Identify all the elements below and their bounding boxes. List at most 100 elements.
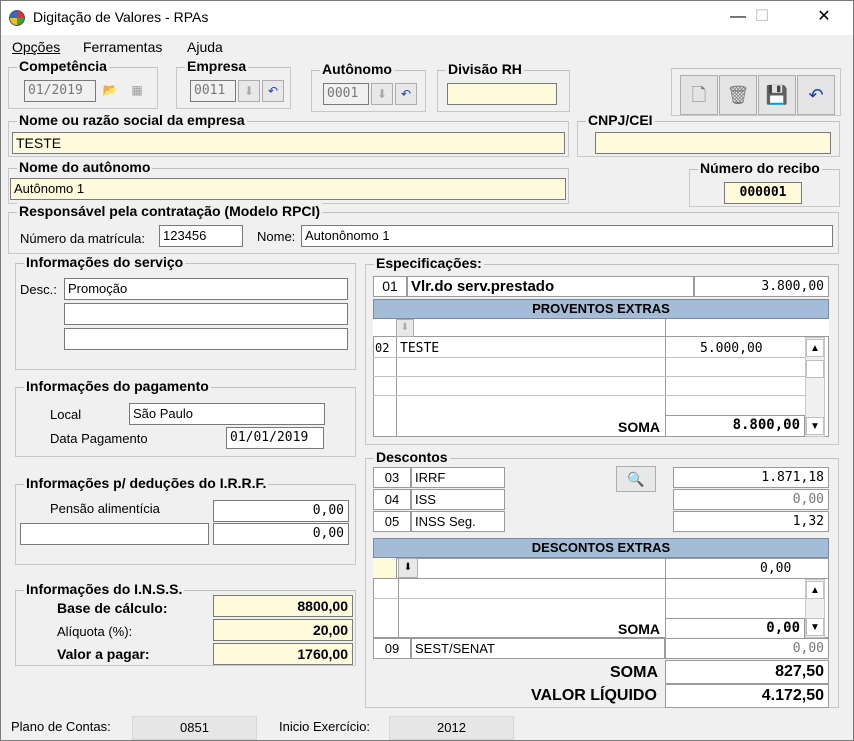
inss-value: 1,32: [673, 511, 829, 532]
responsavel-label: Responsável pela contratação (Modelo RPC…: [17, 203, 323, 219]
proventos-row-num: 02: [375, 341, 390, 355]
proventos-soma-field: 8.800,00: [665, 415, 805, 437]
grid-line: [373, 395, 805, 396]
inss-label: Informações do I.N.S.S.: [24, 581, 185, 597]
menu-bar: Opções Ferramentas Ajuda: [1, 35, 853, 61]
delete-icon[interactable]: 🗑: [719, 75, 757, 115]
autonomo-label: Autônomo: [320, 61, 394, 77]
base-field: 8800,00: [213, 595, 353, 617]
sest-value: 0,00: [665, 638, 829, 659]
search-icon[interactable]: 🔍: [616, 466, 656, 492]
divisao-field[interactable]: [447, 83, 557, 105]
empresa-label: Empresa: [185, 58, 249, 74]
desc-field-1[interactable]: Promoção: [64, 278, 348, 300]
undo-icon[interactable]: ↶: [797, 75, 835, 115]
proventos-row-value[interactable]: 5.000,00: [700, 341, 763, 356]
irrf-value: 1.871,18: [673, 467, 829, 488]
nome-autonomo-field[interactable]: Autônomo 1: [10, 178, 566, 200]
desc-field-3[interactable]: [64, 328, 348, 350]
empresa-undo-icon[interactable]: ↶: [262, 80, 284, 102]
especificacoes-label: Especificações:: [374, 255, 484, 271]
nome-autonomo-label: Nome do autônomo: [17, 159, 153, 175]
proventos-scrollbar[interactable]: ▲ ▼: [805, 337, 825, 437]
descontos-extras-value[interactable]: 0,00: [760, 561, 791, 576]
save-icon[interactable]: 💾: [758, 75, 796, 115]
grid-line: [373, 578, 829, 579]
grid-divider: [665, 558, 666, 618]
descontos-soma-field: 0,00: [665, 618, 805, 639]
data-pagamento-field[interactable]: 01/01/2019: [226, 427, 324, 449]
inss-row-label: INSS Seg.: [411, 511, 505, 532]
irrf-outro-label-field[interactable]: [20, 523, 209, 545]
descontos-scrollbar[interactable]: ▲ ▼: [805, 579, 825, 638]
plano-label: Plano de Contas:: [11, 719, 111, 734]
competencia-label: Competência: [17, 58, 109, 74]
descontos-label: Descontos: [374, 449, 450, 465]
autonomo-down-icon[interactable]: ⬇: [371, 83, 393, 105]
servico-row-value[interactable]: 3.800,00: [694, 276, 829, 297]
cnpj-field[interactable]: [595, 132, 831, 154]
menu-ferramentas[interactable]: Ferramentas: [83, 39, 162, 55]
proventos-down-icon[interactable]: ⬇: [396, 319, 414, 337]
competencia-field[interactable]: 01/2019: [24, 80, 96, 102]
servico-row-num: 01: [373, 276, 407, 297]
matricula-field[interactable]: 123456: [159, 225, 243, 247]
recibo-label: Número do recibo: [698, 160, 822, 176]
scroll-up-icon[interactable]: ▲: [806, 581, 824, 599]
descontos-extras-header: DESCONTOS EXTRAS: [373, 538, 829, 558]
scroll-thumb[interactable]: [806, 360, 824, 378]
folder-icon[interactable]: 📂: [99, 80, 121, 102]
valor-liquido-field: 4.172,50: [665, 684, 829, 708]
grid-divider: [396, 337, 397, 437]
close-button[interactable]: ✕: [801, 1, 847, 33]
proventos-extras-header: PROVENTOS EXTRAS: [373, 299, 829, 319]
empresa-down-icon[interactable]: ⬇: [238, 80, 260, 102]
desc-label: Desc.:: [20, 282, 57, 297]
valor-liquido-label: VALOR LÍQUIDO: [531, 687, 657, 704]
window-title: Digitação de Valores - RPAs: [33, 9, 209, 25]
total-soma-field: 827,50: [665, 660, 829, 684]
irrf-row-label: IRRF: [411, 467, 505, 488]
pensao-label: Pensão alimentícia: [50, 501, 160, 516]
proventos-soma-label: SOMA: [618, 419, 660, 435]
new-document-icon[interactable]: 🗋: [680, 75, 718, 115]
cnpj-label: CNPJ/CEI: [586, 112, 655, 128]
autonomo-undo-icon[interactable]: ↶: [395, 83, 417, 105]
total-soma-label: SOMA: [610, 664, 658, 681]
irrf-label: Informações p/ deduções do I.R.R.F.: [24, 475, 269, 491]
descontos-down-icon[interactable]: ⬇: [398, 558, 418, 578]
maximize-button[interactable]: ☐: [739, 1, 785, 33]
scroll-down-icon[interactable]: ▼: [806, 417, 824, 435]
aliquota-field[interactable]: 20,00: [213, 619, 353, 641]
base-label: Base de cálculo:: [57, 600, 168, 616]
title-bar: Digitação de Valores - RPAs — ☐ ✕: [1, 1, 853, 35]
app-icon: [9, 10, 25, 26]
grid-cell: [373, 558, 397, 578]
empresa-field[interactable]: 0011: [190, 80, 236, 102]
calendar-icon[interactable]: ▦: [126, 80, 148, 102]
irrf-outro-field[interactable]: 0,00: [213, 523, 349, 545]
local-field[interactable]: São Paulo: [129, 403, 325, 425]
nome-empresa-field[interactable]: TESTE: [12, 132, 565, 154]
data-pagamento-label: Data Pagamento: [50, 431, 148, 446]
scroll-up-icon[interactable]: ▲: [806, 339, 824, 357]
iss-row-label: ISS: [411, 489, 505, 510]
sest-row-label: SEST/SENAT: [411, 638, 665, 659]
inicio-label: Inicio Exercício:: [279, 719, 371, 734]
responsavel-nome-field[interactable]: Autonônomo 1: [301, 225, 833, 247]
descontos-soma-label: SOMA: [618, 621, 660, 637]
menu-ajuda[interactable]: Ajuda: [187, 39, 223, 55]
autonomo-field[interactable]: 0001: [323, 83, 369, 105]
inicio-value: 2012: [389, 716, 514, 740]
proventos-row-label[interactable]: TESTE: [400, 341, 439, 356]
irrf-num: 03: [373, 467, 411, 488]
pensao-field[interactable]: 0,00: [213, 500, 349, 522]
scroll-down-icon[interactable]: ▼: [806, 618, 824, 636]
responsavel-nome-label: Nome:: [257, 229, 296, 244]
menu-opcoes[interactable]: Opções: [12, 39, 60, 55]
grid-line: [373, 357, 805, 358]
servico-row-label: Vlr.do serv.prestado: [407, 276, 694, 297]
sest-num: 09: [373, 638, 411, 659]
desc-field-2[interactable]: [64, 303, 348, 325]
recibo-field: 000001: [724, 182, 802, 204]
